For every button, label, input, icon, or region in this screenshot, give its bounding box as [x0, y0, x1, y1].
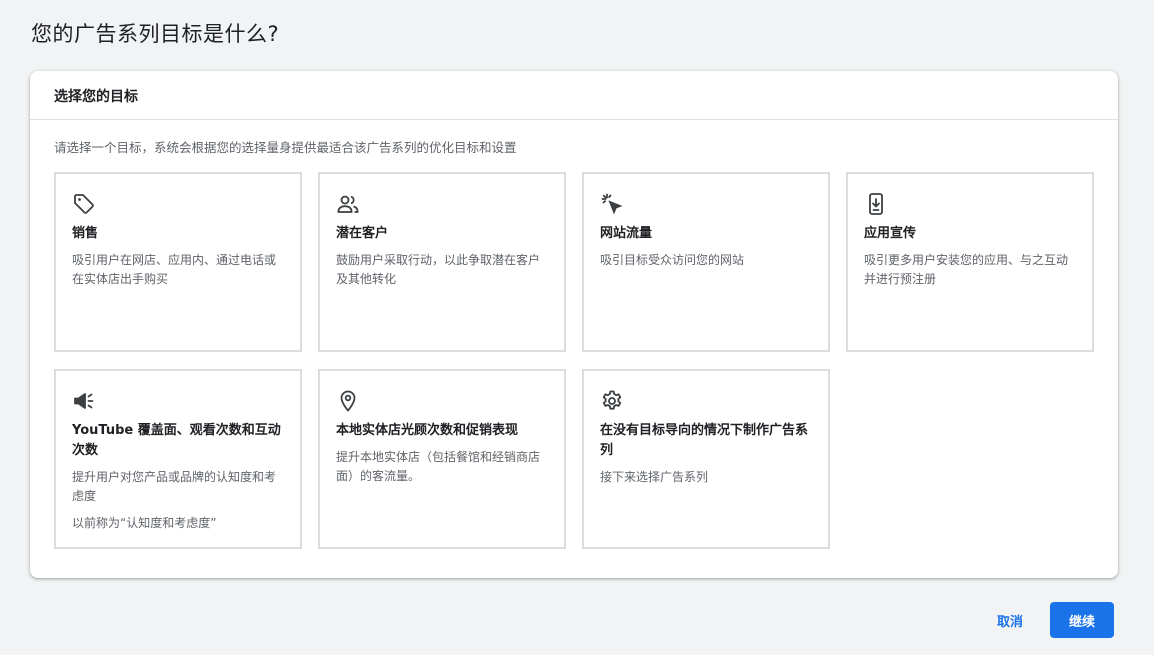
people-icon — [336, 192, 360, 216]
goal-description: 接下来选择广告系列 — [600, 470, 709, 484]
gear-icon — [600, 389, 624, 413]
goal-title: 本地实体店光顾次数和促销表现 — [336, 423, 519, 438]
goal-description: 提升本地实体店（包括餐馆和经销商店面）的客流量。 — [336, 450, 541, 483]
goal-tile-app-promotion[interactable]: 应用宣传 吸引更多用户安装您的应用、与之互动并进行预注册 — [846, 172, 1094, 352]
goal-tile-sales[interactable]: 销售 吸引用户在网店、应用内、通过电话或在实体店出手购买 — [54, 172, 302, 352]
goal-title: 潜在客户 — [336, 226, 389, 241]
goal-grid: 销售 吸引用户在网店、应用内、通过电话或在实体店出手购买 潜在客户 鼓励用户采取… — [54, 172, 1094, 549]
goal-title: 在没有目标导向的情况下制作广告系列 — [600, 423, 809, 458]
goal-title: 应用宣传 — [864, 226, 917, 241]
location-pin-icon — [336, 389, 360, 413]
goal-description: 鼓励用户采取行动，以此争取潜在客户及其他转化 — [336, 253, 541, 286]
goal-title: 销售 — [72, 226, 99, 241]
goal-selection-card: 选择您的目标 请选择一个目标，系统会根据您的选择量身提供最适合该广告系列的优化目… — [30, 71, 1118, 578]
goal-description: 吸引用户在网店、应用内、通过电话或在实体店出手购买 — [72, 253, 277, 286]
goal-description: 吸引目标受众访问您的网站 — [600, 253, 745, 267]
card-header: 选择您的目标 — [30, 71, 1118, 120]
goal-title: YouTube 覆盖面、观看次数和互动次数 — [72, 423, 281, 458]
phone-download-icon — [864, 192, 888, 216]
megaphone-icon — [72, 389, 96, 413]
goal-tile-youtube-reach[interactable]: YouTube 覆盖面、观看次数和互动次数 提升用户对您产品或品牌的认知度和考虑… — [54, 369, 302, 549]
goal-tile-leads[interactable]: 潜在客户 鼓励用户采取行动，以此争取潜在客户及其他转化 — [318, 172, 566, 352]
cursor-click-icon — [600, 192, 624, 216]
card-description: 请选择一个目标，系统会根据您的选择量身提供最适合该广告系列的优化目标和设置 — [54, 140, 517, 155]
goal-tile-website-traffic[interactable]: 网站流量 吸引目标受众访问您的网站 — [582, 172, 830, 352]
goal-tile-local-store-visits[interactable]: 本地实体店光顾次数和促销表现 提升本地实体店（包括餐馆和经销商店面）的客流量。 — [318, 369, 566, 549]
goal-description: 提升用户对您产品或品牌的认知度和考虑度 — [72, 470, 277, 503]
tag-icon — [72, 192, 96, 216]
page-title: 您的广告系列目标是什么? — [31, 22, 280, 46]
goal-title: 网站流量 — [600, 226, 653, 241]
goal-description: 吸引更多用户安装您的应用、与之互动并进行预注册 — [864, 253, 1069, 286]
goal-tile-no-goal[interactable]: 在没有目标导向的情况下制作广告系列 接下来选择广告系列 — [582, 369, 830, 549]
goal-note: 以前称为“认知度和考虑度” — [72, 516, 217, 530]
cancel-button[interactable]: 取消 — [982, 602, 1038, 638]
continue-button[interactable]: 继续 — [1050, 602, 1114, 638]
